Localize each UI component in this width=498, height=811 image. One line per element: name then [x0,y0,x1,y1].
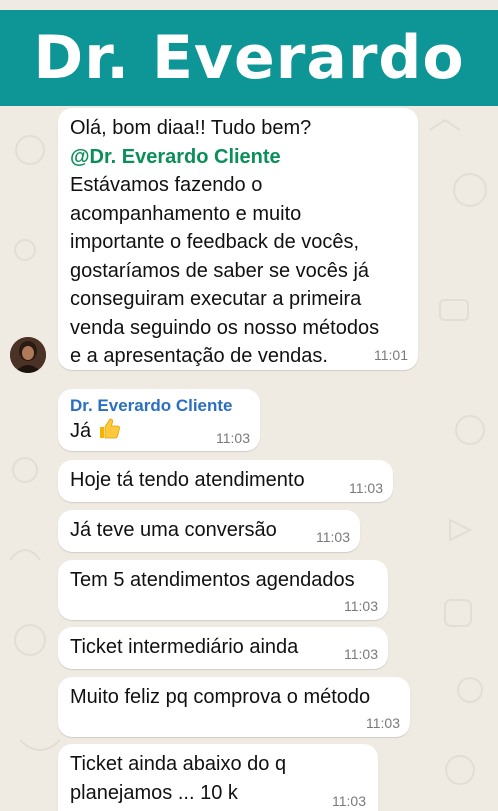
message-bubble[interactable]: Dr. Everardo Cliente Já 11:03 [58,389,260,451]
message-time: 11:03 [344,646,378,662]
header-title: Dr. Everardo [33,23,465,93]
message-text: gostaríamos de saber se vocês já [70,259,370,282]
message-text: acompanhamento e muito [70,202,302,225]
message-time: 11:01 [374,347,408,363]
message-text: Já teve uma conversão [70,519,277,541]
avatar-icon [10,337,46,373]
message-text: conseguiram executar a primeira [70,288,362,310]
thumbs-up-icon [99,418,120,439]
message-text: importante o feedback de vocês, [70,231,360,253]
message-text: Estávamos fazendo o [70,174,263,196]
message-text: Tem 5 atendimentos agendados [70,569,355,591]
message-time: 11:03 [366,715,400,731]
message-text: Ticket intermediário ainda [70,636,299,658]
contact-avatar[interactable] [10,337,46,373]
message-time: 11:03 [316,529,350,545]
message-text: venda seguindo os nosso métodos [70,316,380,339]
message-time: 11:03 [349,480,383,496]
message-bubble[interactable]: Olá, bom diaa!! Tudo bem? @Dr. Everardo … [58,108,418,370]
message-text: planejamos ... 10 k [70,781,238,804]
message-time: 11:03 [216,430,250,446]
message-bubble[interactable]: Ticket ainda abaixo do q planejamos ... … [58,744,378,811]
message-bubble[interactable]: Ticket intermediário ainda 11:03 [58,627,388,669]
message-text: Ticket ainda abaixo do q [70,753,287,775]
sender-name[interactable]: Dr. Everardo Cliente [70,395,248,417]
message-text: Olá, bom diaa!! Tudo bem? [70,117,312,139]
message-time: 11:03 [344,598,378,614]
message-text: Muito feliz pq comprova o método [70,686,371,708]
message-text: Hoje tá tendo atendimento [70,469,305,491]
message-bubble[interactable]: Tem 5 atendimentos agendados 11:03 [58,560,388,620]
header-banner: Dr. Everardo [0,10,498,106]
message-time: 11:03 [332,793,366,809]
message-bubble[interactable]: Hoje tá tendo atendimento 11:03 [58,460,393,502]
message-text: Já [70,420,92,442]
message-text: e a apresentação de vendas. [70,345,328,367]
message-bubble[interactable]: Já teve uma conversão 11:03 [58,510,360,552]
mention-link[interactable]: @Dr. Everardo Cliente [70,143,406,172]
message-bubble[interactable]: Muito feliz pq comprova o método 11:03 [58,677,410,737]
